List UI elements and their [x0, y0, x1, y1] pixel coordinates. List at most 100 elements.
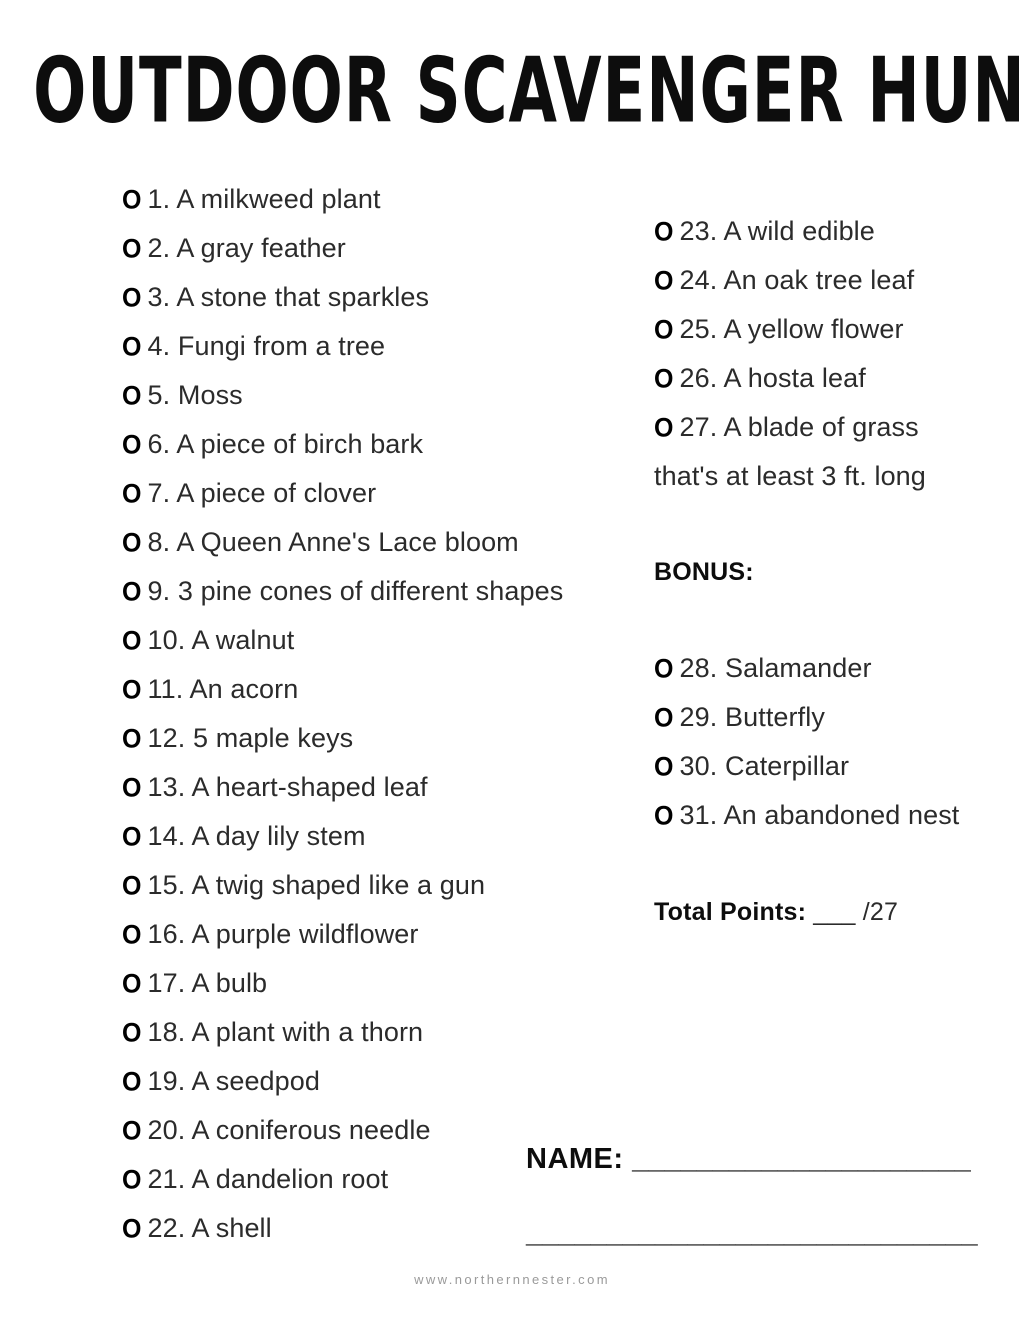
checklist-item-label: A shell: [185, 1213, 272, 1243]
checklist-item-number: 16.: [147, 919, 186, 949]
checklist-item-number: 1.: [147, 184, 171, 214]
page-title-wrapper: OUTDOOR SCAVENGER HUNT: [0, 46, 1024, 136]
checklist-item[interactable]: O 9. 3 pine cones of different shapes: [122, 567, 642, 616]
checklist-item[interactable]: O 17. A bulb: [122, 959, 642, 1008]
checklist-item-label: A plant with a thorn: [185, 1017, 424, 1047]
checklist-item[interactable]: O 15. A twig shaped like a gun: [122, 861, 642, 910]
checklist-item-number: 27.: [679, 412, 718, 442]
checklist-item-label: A hosta leaf: [717, 363, 866, 393]
checklist-item[interactable]: O 2. A gray feather: [122, 224, 642, 273]
checklist-item[interactable]: O 11. An acorn: [122, 665, 642, 714]
checkbox-circle-icon[interactable]: O: [122, 566, 142, 618]
total-points-value[interactable]: ___ /27: [813, 898, 898, 926]
checklist-item[interactable]: O 5. Moss: [122, 371, 642, 420]
checklist-item[interactable]: O 1. A milkweed plant: [122, 175, 642, 224]
checkbox-circle-icon[interactable]: O: [654, 255, 674, 307]
checklist-item-label: A dandelion root: [185, 1164, 389, 1194]
checklist-item-label: A walnut: [185, 625, 295, 655]
checkbox-circle-icon[interactable]: O: [654, 692, 674, 744]
checkbox-circle-icon[interactable]: O: [122, 860, 142, 912]
checklist-item-label: A piece of clover: [170, 478, 377, 508]
footer-website: www.northernnester.com: [414, 1272, 610, 1287]
checklist-item[interactable]: O 3. A stone that sparkles: [122, 273, 642, 322]
checkbox-circle-icon[interactable]: O: [122, 272, 142, 324]
checklist-item-number: 24.: [679, 265, 718, 295]
checkbox-circle-icon[interactable]: O: [122, 174, 142, 226]
name-field-block: NAME: _____________________ ____________…: [526, 1136, 986, 1256]
checkbox-circle-icon[interactable]: O: [122, 1203, 142, 1255]
checkbox-circle-icon[interactable]: O: [122, 1056, 142, 1108]
checklist-item-number: 23.: [679, 216, 718, 246]
total-points-label: Total Points:: [654, 898, 807, 926]
checklist-item[interactable]: O 27. A blade of grass that's at least 3 …: [654, 403, 964, 500]
name-write-line-second[interactable]: ____________________________: [526, 1217, 978, 1249]
left-checklist-column: O 1. A milkweed plant O 2. A gray feather O 3…: [122, 175, 642, 1253]
checklist-item[interactable]: O 23. A wild edible: [654, 207, 964, 256]
checkbox-circle-icon[interactable]: O: [654, 353, 674, 405]
checkbox-circle-icon[interactable]: O: [654, 206, 674, 258]
checklist-item[interactable]: O 18. A plant with a thorn: [122, 1008, 642, 1057]
checklist-item[interactable]: O 16. A purple wildflower: [122, 910, 642, 959]
checkbox-circle-icon[interactable]: O: [122, 615, 142, 667]
checklist-item[interactable]: O 29. Butterfly: [654, 693, 964, 742]
checkbox-circle-icon[interactable]: O: [654, 643, 674, 695]
checkbox-circle-icon[interactable]: O: [122, 713, 142, 765]
checklist-item[interactable]: O 30. Caterpillar: [654, 742, 964, 791]
checklist-item-number: 9.: [147, 576, 171, 606]
checkbox-circle-icon[interactable]: O: [122, 762, 142, 814]
checkbox-circle-icon[interactable]: O: [122, 517, 142, 569]
checklist-item-number: 3.: [147, 282, 171, 312]
checklist-item-number: 11.: [147, 674, 184, 704]
checkbox-circle-icon[interactable]: O: [122, 419, 142, 471]
checkbox-circle-icon[interactable]: O: [122, 370, 142, 422]
checkbox-circle-icon[interactable]: O: [122, 909, 142, 961]
checkbox-circle-icon[interactable]: O: [122, 321, 142, 373]
checklist-item[interactable]: O 31. An abandoned nest: [654, 791, 964, 840]
checklist-item-label: 5 maple keys: [185, 723, 354, 753]
name-write-line[interactable]: _____________________: [632, 1143, 971, 1175]
checkbox-circle-icon[interactable]: O: [122, 811, 142, 863]
checkbox-circle-icon[interactable]: O: [122, 1154, 142, 1206]
checkbox-circle-icon[interactable]: O: [654, 402, 674, 454]
total-points-row: Total Points: ___ /27: [654, 888, 964, 936]
checklist-item[interactable]: O 28. Salamander: [654, 644, 964, 693]
printable-worksheet-page: OUTDOOR SCAVENGER HUNT O 1. A milkweed pl…: [0, 0, 1024, 1325]
checkbox-circle-icon[interactable]: O: [122, 1007, 142, 1059]
checklist-item[interactable]: O 7. A piece of clover: [122, 469, 642, 518]
checklist-item[interactable]: O 25. A yellow flower: [654, 305, 964, 354]
checklist-item-label: A piece of birch bark: [170, 429, 424, 459]
checklist-item-number: 15.: [147, 870, 186, 900]
checkbox-circle-icon[interactable]: O: [122, 1105, 142, 1157]
checklist-item[interactable]: O 4. Fungi from a tree: [122, 322, 642, 371]
checklist-item-label: Salamander: [717, 653, 872, 683]
checklist-item-label: A purple wildflower: [185, 919, 419, 949]
checklist-item[interactable]: O 26. A hosta leaf: [654, 354, 964, 403]
checklist-item[interactable]: O 19. A seedpod: [122, 1057, 642, 1106]
checkbox-circle-icon[interactable]: O: [122, 468, 142, 520]
checklist-item[interactable]: O 8. A Queen Anne's Lace bloom: [122, 518, 642, 567]
checklist-item-number: 28.: [679, 653, 718, 683]
checklist-item-number: 29.: [679, 702, 718, 732]
checklist-item[interactable]: O 13. A heart-shaped leaf: [122, 763, 642, 812]
page-title: OUTDOOR SCAVENGER HUNT: [33, 38, 1024, 144]
checkbox-circle-icon[interactable]: O: [122, 664, 142, 716]
checkbox-circle-icon[interactable]: O: [654, 304, 674, 356]
checklist-item[interactable]: O 12. 5 maple keys: [122, 714, 642, 763]
checklist-bonus: O 28. Salamander O 29. Butterfly O 30. Caterp…: [654, 644, 964, 840]
checkbox-circle-icon[interactable]: O: [122, 223, 142, 275]
checklist-item[interactable]: O 10. A walnut: [122, 616, 642, 665]
checkbox-circle-icon[interactable]: O: [654, 790, 674, 842]
checkbox-circle-icon[interactable]: O: [122, 958, 142, 1010]
checklist-item[interactable]: O 24. An oak tree leaf: [654, 256, 964, 305]
checklist-item[interactable]: O 6. A piece of birch bark: [122, 420, 642, 469]
checklist-item-label: A wild edible: [717, 216, 875, 246]
checklist-item-number: 21.: [147, 1164, 186, 1194]
checklist-item-number: 6.: [147, 429, 171, 459]
checkbox-circle-icon[interactable]: O: [654, 741, 674, 793]
checklist-item-number: 4.: [147, 331, 171, 361]
name-field-row-second: ____________________________: [526, 1210, 986, 1256]
checklist-item-label: Caterpillar: [717, 751, 850, 781]
checklist-item-number: 12.: [147, 723, 186, 753]
checklist-item[interactable]: O 14. A day lily stem: [122, 812, 642, 861]
